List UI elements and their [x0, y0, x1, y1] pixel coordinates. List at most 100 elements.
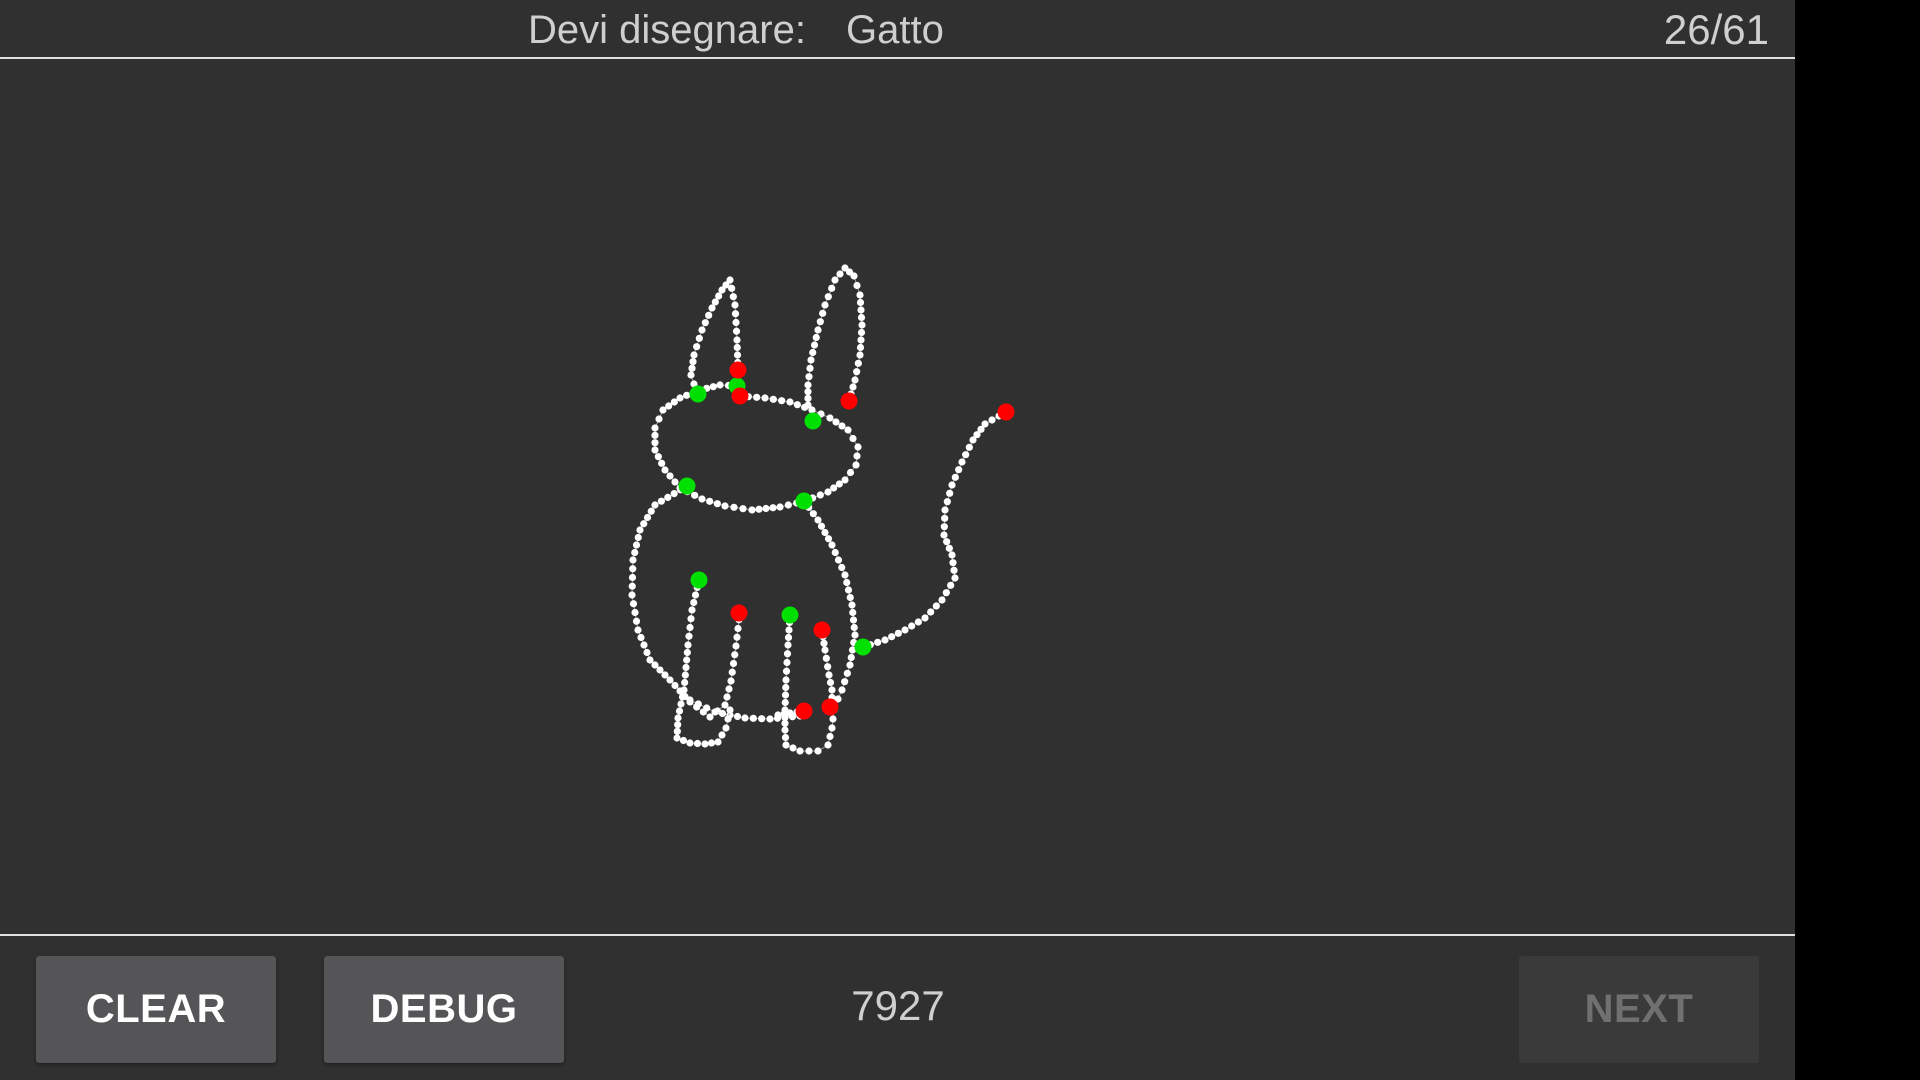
stroke-point — [733, 336, 741, 344]
stroke-point — [856, 343, 865, 352]
stroke-point — [828, 686, 836, 694]
stroke-point — [646, 656, 654, 664]
stroke-point — [729, 659, 738, 668]
drawing-svg — [628, 264, 1015, 755]
stroke-point — [781, 733, 790, 742]
stroke-point — [783, 650, 792, 658]
stroke-point — [651, 446, 659, 454]
stroke-point — [838, 422, 846, 430]
stroke-point — [643, 648, 651, 657]
stroke-point — [829, 715, 837, 723]
stroke-point — [826, 414, 834, 422]
stroke-point — [709, 383, 717, 391]
stroke-point — [894, 629, 902, 637]
stroke-point — [739, 505, 747, 513]
stroke-point — [828, 541, 836, 549]
stroke-point — [782, 667, 791, 675]
stroke-point — [628, 582, 636, 590]
next-button[interactable]: NEXT — [1519, 956, 1759, 1063]
stroke-point — [732, 318, 740, 327]
stroke-point — [940, 523, 948, 531]
stroke-point — [651, 424, 659, 432]
stroke-point — [834, 556, 843, 564]
stroke-point — [831, 276, 839, 284]
stroke-point — [948, 481, 956, 489]
stroke-point — [762, 504, 770, 513]
stroke-point — [685, 632, 693, 640]
stroke-point — [666, 472, 674, 480]
stroke-point — [783, 658, 791, 667]
stroke-point — [841, 678, 849, 686]
stroke-point — [822, 654, 830, 662]
stroke-point — [786, 709, 794, 717]
stroke-point — [852, 461, 860, 469]
stroke-point — [778, 397, 786, 405]
stroke-point — [819, 309, 827, 317]
stroke-point — [733, 712, 742, 721]
stroke-point — [914, 618, 922, 626]
stroke-point — [943, 498, 951, 506]
stroke-point — [804, 394, 812, 402]
stroke-point — [681, 678, 689, 687]
stroke-point — [951, 574, 959, 582]
stroke-point — [714, 738, 722, 746]
stroke-point — [721, 502, 729, 510]
clear-button[interactable]: CLEAR — [36, 956, 276, 1063]
drawing-stroke — [673, 576, 734, 748]
stroke-point — [841, 264, 849, 272]
stroke-point — [780, 710, 788, 718]
stroke-point — [857, 328, 866, 337]
stroke-point — [807, 356, 815, 364]
stroke-point — [686, 623, 694, 632]
stroke-point — [901, 626, 909, 634]
stroke-point — [784, 633, 793, 642]
stroke-start-marker — [804, 412, 822, 430]
stroke-point — [821, 301, 829, 309]
stroke-point — [853, 452, 861, 460]
stroke-point — [632, 617, 641, 625]
stroke-point — [689, 358, 697, 366]
stroke-point — [838, 686, 846, 694]
stroke-point — [774, 711, 782, 719]
stroke-point — [691, 491, 699, 499]
drawing-canvas[interactable] — [0, 59, 1795, 934]
stroke-point — [782, 676, 790, 684]
stroke-point — [676, 394, 684, 402]
stroke-point — [941, 514, 949, 522]
stroke-point — [849, 616, 858, 624]
stroke-point — [781, 691, 790, 699]
stroke-point — [701, 740, 709, 748]
stroke-point — [727, 677, 735, 685]
stroke-point — [722, 724, 730, 732]
stroke-point — [705, 311, 713, 319]
stroke-point — [723, 693, 731, 701]
stroke-point — [826, 678, 835, 687]
stroke-point — [693, 739, 702, 748]
prompt-label: Devi disegnare: — [528, 8, 806, 52]
stroke-point — [629, 556, 637, 564]
stroke-point — [769, 395, 777, 403]
stroke-point — [854, 443, 862, 451]
stroke-point — [832, 418, 840, 426]
stroke-point — [686, 739, 694, 747]
stroke-point — [651, 431, 659, 439]
stroke-point — [686, 696, 694, 704]
stroke-point — [677, 700, 685, 708]
stroke-end-marker — [795, 702, 813, 720]
stroke-point — [724, 715, 732, 723]
stroke-point — [784, 501, 792, 509]
stroke-point — [857, 306, 865, 314]
stroke-point — [753, 393, 761, 401]
stroke-point — [679, 736, 688, 745]
stroke-start-marker — [689, 385, 707, 403]
stroke-point — [849, 608, 857, 617]
stroke-point — [640, 520, 648, 528]
stroke-path — [862, 411, 1007, 648]
stroke-point — [943, 538, 951, 546]
stroke-point — [655, 415, 663, 423]
stroke-point — [856, 291, 864, 299]
stroke-point — [849, 383, 857, 391]
stroke-point — [851, 631, 859, 639]
debug-button[interactable]: DEBUG — [324, 956, 564, 1063]
stroke-point — [631, 608, 639, 617]
